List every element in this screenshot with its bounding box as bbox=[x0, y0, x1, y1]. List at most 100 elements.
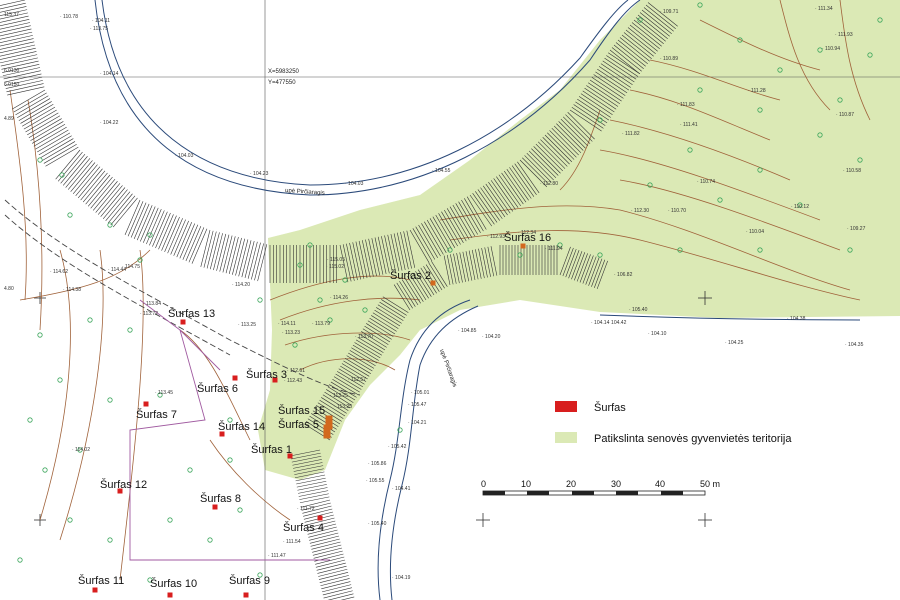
elevation-label: · 113.25 bbox=[238, 322, 256, 328]
elevation-label: · 104.03 bbox=[175, 153, 194, 159]
side-labels: 6.0130 6.0150 115.37 4.89 4.80 bbox=[4, 12, 20, 292]
elevation-label: · 110.58 bbox=[843, 168, 861, 174]
surfas-label: Šurfas 7 bbox=[136, 408, 177, 421]
tree-point bbox=[257, 297, 263, 303]
surfas-label: Šurfas 1 bbox=[251, 443, 292, 456]
elevation-label: · 114.20 bbox=[232, 282, 250, 288]
elevation-label: · 111.28 bbox=[748, 88, 766, 94]
elevation-label: · 114.26 bbox=[330, 295, 348, 301]
elevation-label: · 113.23 bbox=[282, 330, 300, 336]
elevation-label: · 105.86 bbox=[368, 461, 387, 467]
coordinate-x-label: X=5983250 bbox=[268, 69, 300, 75]
elevation-label: · 111.34 bbox=[815, 6, 833, 12]
elevation-label: · 104.55 bbox=[432, 168, 451, 174]
elevation-label: · 112.80 bbox=[540, 181, 558, 187]
legend: Šurfas Patikslinta senovės gyvenvietės t… bbox=[555, 401, 792, 445]
elevation-label: · 104.14 bbox=[591, 320, 610, 326]
surfas-marker bbox=[243, 592, 249, 598]
tree-point bbox=[17, 557, 23, 563]
svg-text:115.37: 115.37 bbox=[4, 12, 19, 18]
river-label-north: upė Pirčiaragis bbox=[285, 188, 325, 197]
elevation-label: · 113.45 bbox=[155, 390, 173, 396]
elevation-label: · 111.72 bbox=[297, 506, 315, 512]
elevation-label: · 110.12 bbox=[791, 204, 809, 210]
surfas-label: Šurfas 14 bbox=[218, 420, 265, 433]
archaeological-site-map: · 110.78 · 104.11 · 113.75 · 104.14 · 104.22… bbox=[0, 0, 900, 600]
scale-tick-40: 40 bbox=[655, 479, 665, 489]
elevation-label: · 113.25 bbox=[330, 393, 348, 399]
elevation-label: · 111.41 bbox=[680, 122, 698, 128]
tree-point bbox=[187, 467, 193, 473]
tree-point bbox=[237, 507, 243, 513]
river-label-south: upė Pirčiaragis bbox=[438, 349, 457, 388]
surfas-marker bbox=[520, 243, 526, 249]
elevation-label: · 104.14 bbox=[100, 71, 119, 77]
legend-territory-swatch bbox=[555, 432, 577, 443]
surfas-label: Šurfas 2 bbox=[390, 269, 431, 282]
elevation-label: · 110.04 bbox=[746, 229, 764, 235]
elevation-label: · 111.83 bbox=[677, 102, 695, 108]
surfas-marker bbox=[232, 375, 238, 381]
surfas-label: Šurfas 16 bbox=[504, 231, 551, 244]
elevation-label: · 105.40 bbox=[629, 307, 648, 313]
surfas-marker bbox=[212, 504, 218, 510]
elevation-label: · 104.20 bbox=[482, 334, 501, 340]
elevation-label: · 110.94 bbox=[822, 46, 840, 52]
scale-tick-50: 50 m bbox=[700, 479, 720, 489]
elevation-label: · 104.22 bbox=[100, 120, 119, 126]
scale-bar: 0 10 20 30 40 50 m bbox=[481, 479, 720, 496]
surfas-label: Šurfas 6 bbox=[197, 382, 238, 395]
elevation-label: · 109.71 bbox=[660, 9, 679, 15]
tree-point bbox=[227, 457, 233, 463]
elevation-label: · 104.42 bbox=[608, 320, 627, 326]
elevation-label: · 105.40 bbox=[368, 521, 387, 527]
tree-point bbox=[42, 467, 48, 473]
elevation-label: · 115.02 bbox=[326, 264, 344, 270]
legend-territory-label: Patikslinta senovės gyvenvietės teritori… bbox=[594, 433, 792, 445]
elevation-label: · 104.41 bbox=[392, 486, 411, 492]
surfas-label: Šurfas 11 bbox=[78, 574, 124, 587]
scale-tick-0: 0 bbox=[481, 479, 486, 489]
elevation-label: · 104.35 bbox=[845, 342, 864, 348]
elevation-label: · 112.61 bbox=[287, 368, 305, 374]
elevation-label: · 110.78 bbox=[60, 14, 78, 20]
elevation-label: · 111.94 bbox=[545, 246, 563, 252]
elevation-label: · 113.25 bbox=[334, 404, 352, 410]
elevation-label: · 113.75 bbox=[90, 26, 108, 32]
elevation-label: · 110.70 bbox=[668, 208, 686, 214]
elevation-label: · 115.05 bbox=[327, 257, 345, 263]
elevation-label: · 111.82 bbox=[622, 131, 640, 137]
elevation-label: · 113.72 bbox=[140, 311, 158, 317]
elevation-label: · 110.74 bbox=[697, 179, 715, 185]
elevation-label: · 105.42 bbox=[388, 444, 407, 450]
tree-point bbox=[57, 377, 63, 383]
surfas-label: Šurfas 5 bbox=[278, 418, 319, 431]
surfas-label: Šurfas 13 bbox=[168, 307, 215, 320]
elevation-label: · 114.38 bbox=[63, 287, 81, 293]
elevation-label: · 104.10 bbox=[648, 331, 667, 337]
elevation-label: · 113.79 bbox=[312, 321, 330, 327]
surfas-label: Šurfas 12 bbox=[100, 478, 147, 491]
svg-text:4.89: 4.89 bbox=[4, 116, 14, 122]
surfas-label: Šurfas 15 bbox=[278, 404, 325, 417]
legend-surfas-swatch bbox=[555, 401, 577, 412]
elevation-label: · 111.93 bbox=[835, 32, 853, 38]
elevation-label: · 111.47 bbox=[268, 553, 286, 559]
surfas-marker bbox=[323, 424, 331, 439]
tree-point bbox=[27, 417, 33, 423]
surfas-marker bbox=[317, 515, 323, 521]
legend-surfas-label: Šurfas bbox=[594, 401, 626, 414]
elevation-label: · 110.89 bbox=[660, 56, 678, 62]
surfas-label: Šurfas 8 bbox=[200, 492, 241, 505]
tree-point bbox=[167, 517, 173, 523]
surfas-marker bbox=[143, 401, 149, 407]
surfas-marker bbox=[430, 280, 436, 286]
tree-point bbox=[37, 332, 43, 338]
tree-point bbox=[67, 212, 73, 218]
elevation-label: · 104.03 bbox=[345, 181, 364, 187]
tree-point bbox=[107, 397, 113, 403]
elevation-label: · 104.11 bbox=[92, 18, 110, 24]
elevation-label: · 110.87 bbox=[836, 112, 854, 118]
elevation-label: · 112.93 bbox=[487, 234, 505, 240]
svg-text:6.0130: 6.0130 bbox=[4, 68, 20, 74]
